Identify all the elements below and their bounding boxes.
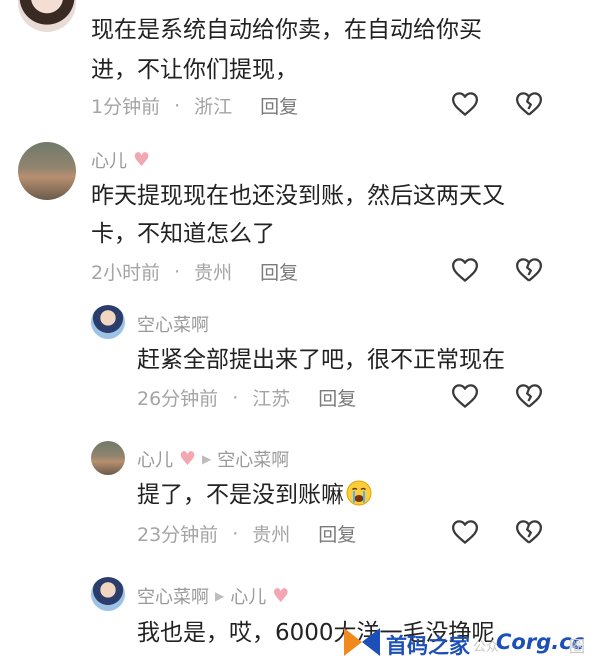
comment-meta: 23分钟前 · 贵州 回复 (137, 520, 356, 547)
pink-heart-icon: ♥ (272, 584, 290, 607)
heart-outline-icon[interactable] (450, 517, 480, 547)
reply-button[interactable]: 回复 (318, 384, 356, 411)
comment-text-line: 进，不让你们提现， (91, 57, 298, 83)
comment-meta: 26分钟前 · 江苏 回复 (137, 384, 356, 411)
username-text: 空心菜啊 (137, 587, 209, 608)
crying-face-icon (346, 480, 372, 506)
comment-location: 江苏 (252, 388, 291, 410)
comment-time: 2小时前 (91, 262, 161, 284)
username[interactable]: 空心菜啊 ▶ 心儿 ♥ (137, 583, 289, 609)
comment-meta: 2小时前 · 贵州 回复 (91, 258, 298, 285)
username[interactable]: 心儿 ♥ (91, 147, 150, 173)
broken-heart-icon[interactable] (514, 89, 544, 119)
broken-heart-icon[interactable] (514, 517, 544, 547)
broken-heart-icon[interactable] (514, 381, 544, 411)
reply-button[interactable]: 回复 (318, 520, 356, 547)
heart-outline-icon[interactable] (450, 255, 480, 285)
comment-text-line: 提了，不是没到账嘛 (137, 477, 372, 513)
username-text: 心儿 (91, 151, 127, 172)
username-text: 心儿 (137, 450, 173, 471)
watermark: 首码之家 公众 Corg.cc 圈 (340, 600, 596, 668)
broken-heart-icon[interactable] (514, 255, 544, 285)
pink-heart-icon: ♥ (133, 148, 151, 171)
reply-to-username[interactable]: 空心菜啊 (217, 446, 289, 472)
separator-dot: · (174, 94, 181, 117)
separator-dot: · (232, 386, 239, 409)
separator-dot: · (232, 522, 239, 545)
avatar[interactable] (91, 305, 125, 339)
comment-time: 26分钟前 (137, 388, 219, 410)
triangle-right-icon: ▶ (202, 452, 212, 466)
reply-button[interactable]: 回复 (260, 258, 298, 285)
comment-location: 贵州 (194, 262, 233, 284)
comment-time: 1分钟前 (91, 96, 161, 118)
reply-to-username[interactable]: 心儿 (230, 583, 266, 609)
comment-meta: 1分钟前 · 浙江 回复 (91, 92, 298, 119)
watermark-tld: 圈 (569, 637, 586, 656)
comment-text-line: 卡，不知道怎么了 (91, 221, 275, 247)
reply-button[interactable]: 回复 (260, 92, 298, 119)
watermark-logo-icon (344, 628, 380, 656)
avatar[interactable] (91, 441, 125, 475)
comment-text-line: 现在是系统自动给你卖，在自动给你买 (91, 17, 482, 43)
comment-location: 浙江 (194, 96, 233, 118)
comment-text-line: 昨天提现现在也还没到账，然后这两天又 (91, 183, 505, 209)
heart-outline-icon[interactable] (450, 381, 480, 411)
separator-dot: · (174, 260, 181, 283)
username[interactable]: 空心菜啊 (137, 311, 209, 337)
comment-time: 23分钟前 (137, 524, 219, 546)
avatar[interactable] (18, 142, 76, 200)
triangle-right-icon: ▶ (215, 589, 225, 603)
watermark-brand: 首码之家 (386, 634, 470, 658)
avatar[interactable] (91, 577, 125, 611)
avatar[interactable] (18, 0, 76, 32)
comment-text: 提了，不是没到账嘛 (137, 482, 344, 508)
username-text: 空心菜啊 (137, 315, 209, 336)
comment-text-line: 赶紧全部提出来了吧，很不正常现在 (137, 347, 505, 373)
username[interactable]: 心儿 ♥ ▶ 空心菜啊 (137, 446, 289, 472)
heart-outline-icon[interactable] (450, 89, 480, 119)
pink-heart-icon: ♥ (179, 447, 197, 470)
comment-location: 贵州 (252, 524, 291, 546)
